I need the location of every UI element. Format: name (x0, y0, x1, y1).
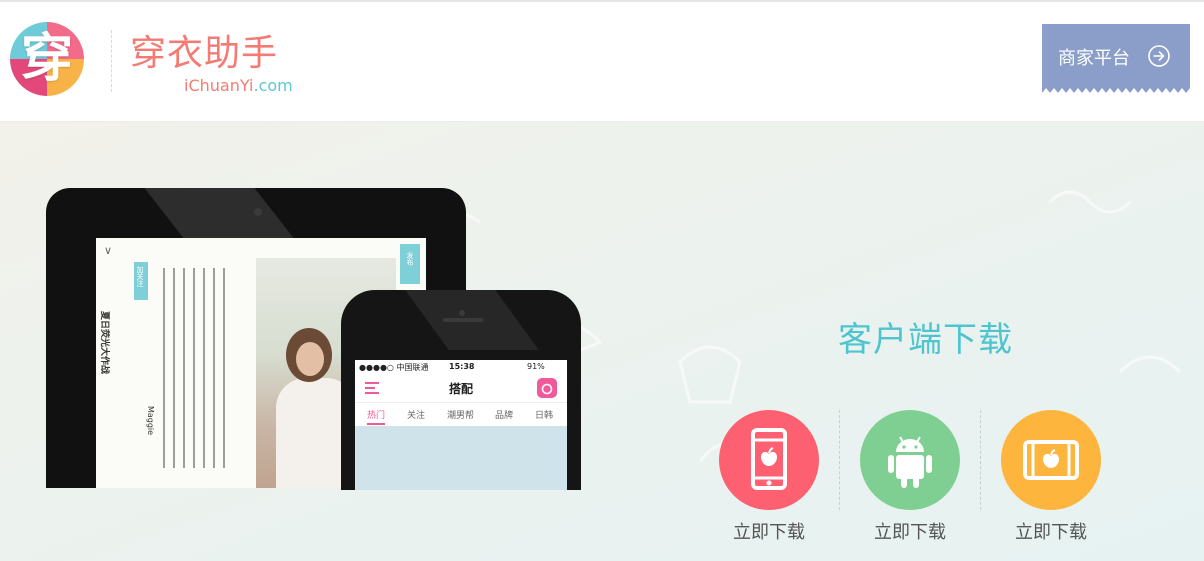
download-title: 客户端下载 (838, 320, 1013, 360)
status-carrier: ●●●●○ 中国联通 (359, 363, 429, 372)
merchant-platform-button[interactable]: 商家平台 (1042, 24, 1190, 93)
tablet-publish-button: 发布 (400, 244, 420, 284)
merchant-platform-label: 商家平台 (1058, 48, 1130, 69)
phone-app-bar: 搭配 (355, 374, 567, 403)
phone-tab-brand: 品牌 (495, 411, 514, 421)
arrow-right-circle-icon (1148, 45, 1170, 67)
phone-status-bar: ●●●●○ 中国联通 15:38 91% (355, 360, 567, 374)
phone-speaker (443, 318, 483, 322)
phone-camera (459, 310, 465, 316)
tablet-publish-label: 发布 (406, 252, 414, 266)
android-icon (888, 436, 932, 488)
brand-name-cn[interactable]: 穿衣助手 (130, 24, 278, 76)
download-iphone[interactable]: 立即下载 (719, 410, 819, 560)
download-divider (839, 410, 840, 510)
android-download-label[interactable]: 立即下载 (860, 518, 960, 544)
iphone-download-label[interactable]: 立即下载 (719, 518, 819, 544)
phone-mockup: ●●●●○ 中国联通 15:38 91% 搭配 热门 关注 潮男帮 品牌 日韩 (341, 290, 581, 490)
chevron-down-icon: ∨ (104, 244, 113, 257)
tablet-follow-button: 加关注 (134, 262, 148, 300)
tablet-follow-label: 加关注 (136, 266, 144, 287)
ticket-edge (1042, 86, 1190, 93)
brand-name-en: iChuanYi.com (184, 76, 293, 95)
phone-tab-jpkr: 日韩 (535, 411, 554, 421)
phone-tabs: 热门 关注 潮男帮 品牌 日韩 (355, 403, 567, 425)
logo-char: 穿 (20, 29, 73, 89)
brand-domain-suffix: .com (253, 76, 293, 95)
tablet-camera (254, 208, 262, 216)
iphone-icon (751, 428, 787, 490)
download-android[interactable]: 立即下载 (860, 410, 960, 560)
android-download-button[interactable] (860, 410, 960, 510)
site-header: 穿 穿衣助手 iChuanYi.com 商家平台 (0, 2, 1204, 122)
download-ipad[interactable]: 立即下载 (1001, 410, 1101, 560)
brand-domain: iChuanYi (184, 76, 254, 95)
ipad-download-label[interactable]: 立即下载 (1001, 518, 1101, 544)
download-divider (980, 410, 981, 510)
camera-icon (537, 378, 557, 398)
tablet-article-text (163, 268, 225, 468)
tablet-glare (144, 188, 294, 238)
status-battery: 91% (527, 362, 545, 371)
phone-app-title: 搭配 (448, 382, 473, 396)
status-time: 15:38 (449, 362, 475, 371)
tablet-article-title: 夏日荧光大作战 (99, 310, 110, 375)
phone-tab-trend: 潮男帮 (447, 411, 475, 421)
tablet-user-name: Maggie (146, 405, 156, 436)
ipad-download-button[interactable] (1001, 410, 1101, 510)
logo-divider (111, 30, 112, 92)
ipad-icon (1023, 440, 1079, 480)
phone-feed (355, 426, 567, 490)
phone-tab-hot: 热门 (367, 408, 386, 425)
iphone-download-button[interactable] (719, 410, 819, 510)
phone-screen: ●●●●○ 中国联通 15:38 91% 搭配 热门 关注 潮男帮 品牌 日韩 (355, 360, 567, 490)
photo-face (296, 342, 324, 376)
logo-icon[interactable]: 穿 (10, 22, 84, 96)
phone-tab-follow: 关注 (407, 411, 426, 421)
